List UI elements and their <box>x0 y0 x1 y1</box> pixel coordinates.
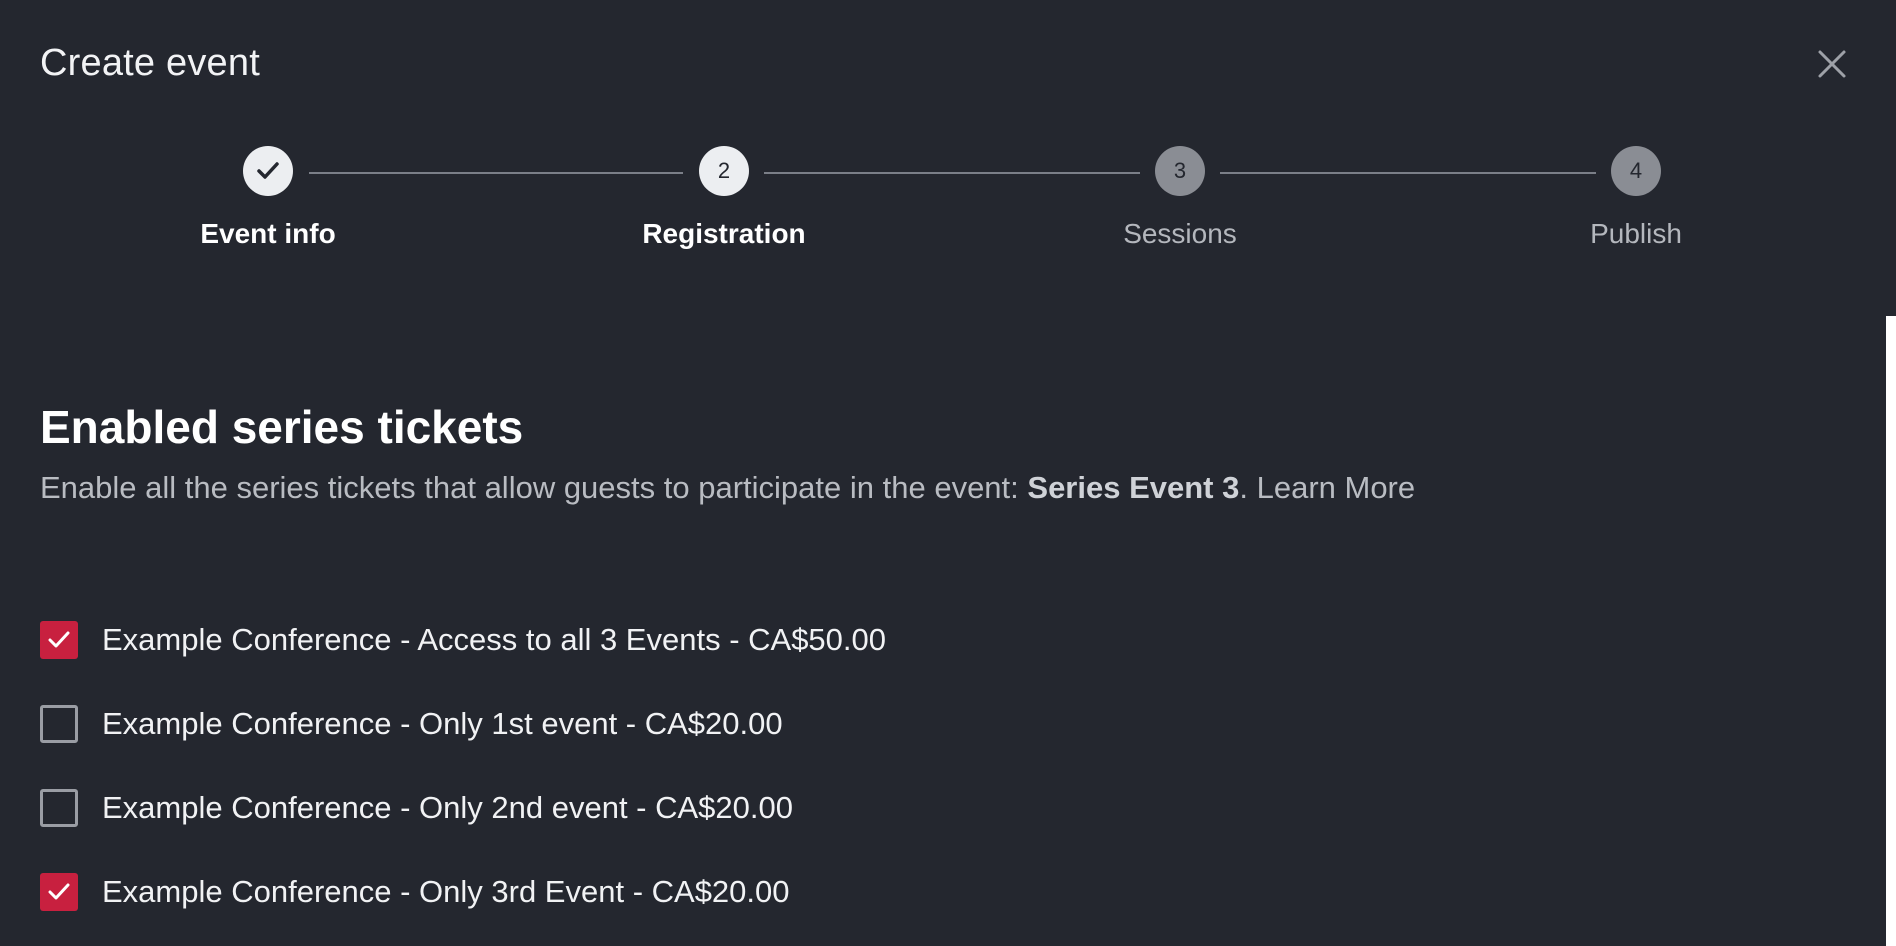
step-circle-pending: 3 <box>1155 146 1205 196</box>
ticket-label: Example Conference - Only 3rd Event - CA… <box>102 874 790 909</box>
step-label: Sessions <box>1123 218 1237 249</box>
ticket-option[interactable]: Example Conference - Only 1st event - CA… <box>40 682 886 766</box>
event-name: Series Event 3 <box>1027 470 1240 505</box>
step-circle-pending: 4 <box>1611 146 1661 196</box>
scrollbar[interactable] <box>1886 316 1896 946</box>
ticket-checkbox-checked[interactable] <box>40 621 78 659</box>
ticket-checkbox-unchecked[interactable] <box>40 789 78 827</box>
ticket-option[interactable]: Example Conference - Only 2nd event - CA… <box>40 766 886 850</box>
step-sessions[interactable]: 3 Sessions <box>1030 146 1330 250</box>
ticket-option[interactable]: Example Conference - Access to all 3 Eve… <box>40 598 886 682</box>
ticket-checkbox-unchecked[interactable] <box>40 705 78 743</box>
ticket-label: Example Conference - Only 1st event - CA… <box>102 706 783 741</box>
learn-more-link[interactable]: Learn More <box>1257 470 1416 505</box>
dialog-title: Create event <box>40 42 260 84</box>
close-icon <box>1818 50 1846 78</box>
ticket-label: Example Conference - Only 2nd event - CA… <box>102 790 793 825</box>
step-label: Publish <box>1590 218 1682 249</box>
ticket-list: Example Conference - Access to all 3 Eve… <box>40 598 886 934</box>
step-label: Event info <box>200 218 336 249</box>
description-separator: . <box>1239 470 1257 505</box>
section-description: Enable all the series tickets that allow… <box>40 470 1415 506</box>
step-circle-done <box>243 146 293 196</box>
description-text: Enable all the series tickets that allow… <box>40 470 1028 505</box>
ticket-checkbox-checked[interactable] <box>40 873 78 911</box>
ticket-label: Example Conference - Access to all 3 Eve… <box>102 622 887 657</box>
step-event-info[interactable]: Event info <box>118 146 418 250</box>
check-icon <box>48 883 70 900</box>
close-button[interactable] <box>1812 44 1852 84</box>
section-title: Enabled series tickets <box>40 401 524 453</box>
step-publish[interactable]: 4 Publish <box>1486 146 1786 250</box>
step-circle-active: 2 <box>699 146 749 196</box>
check-icon <box>48 631 70 648</box>
ticket-option[interactable]: Example Conference - Only 3rd Event - CA… <box>40 850 886 934</box>
check-icon <box>257 162 279 179</box>
step-registration[interactable]: 2 Registration <box>574 146 874 250</box>
create-event-dialog: Create event Event info 2 Registration 3… <box>0 0 1896 946</box>
stepper: Event info 2 Registration 3 Sessions 4 P… <box>0 146 1896 276</box>
step-label: Registration <box>642 218 806 249</box>
